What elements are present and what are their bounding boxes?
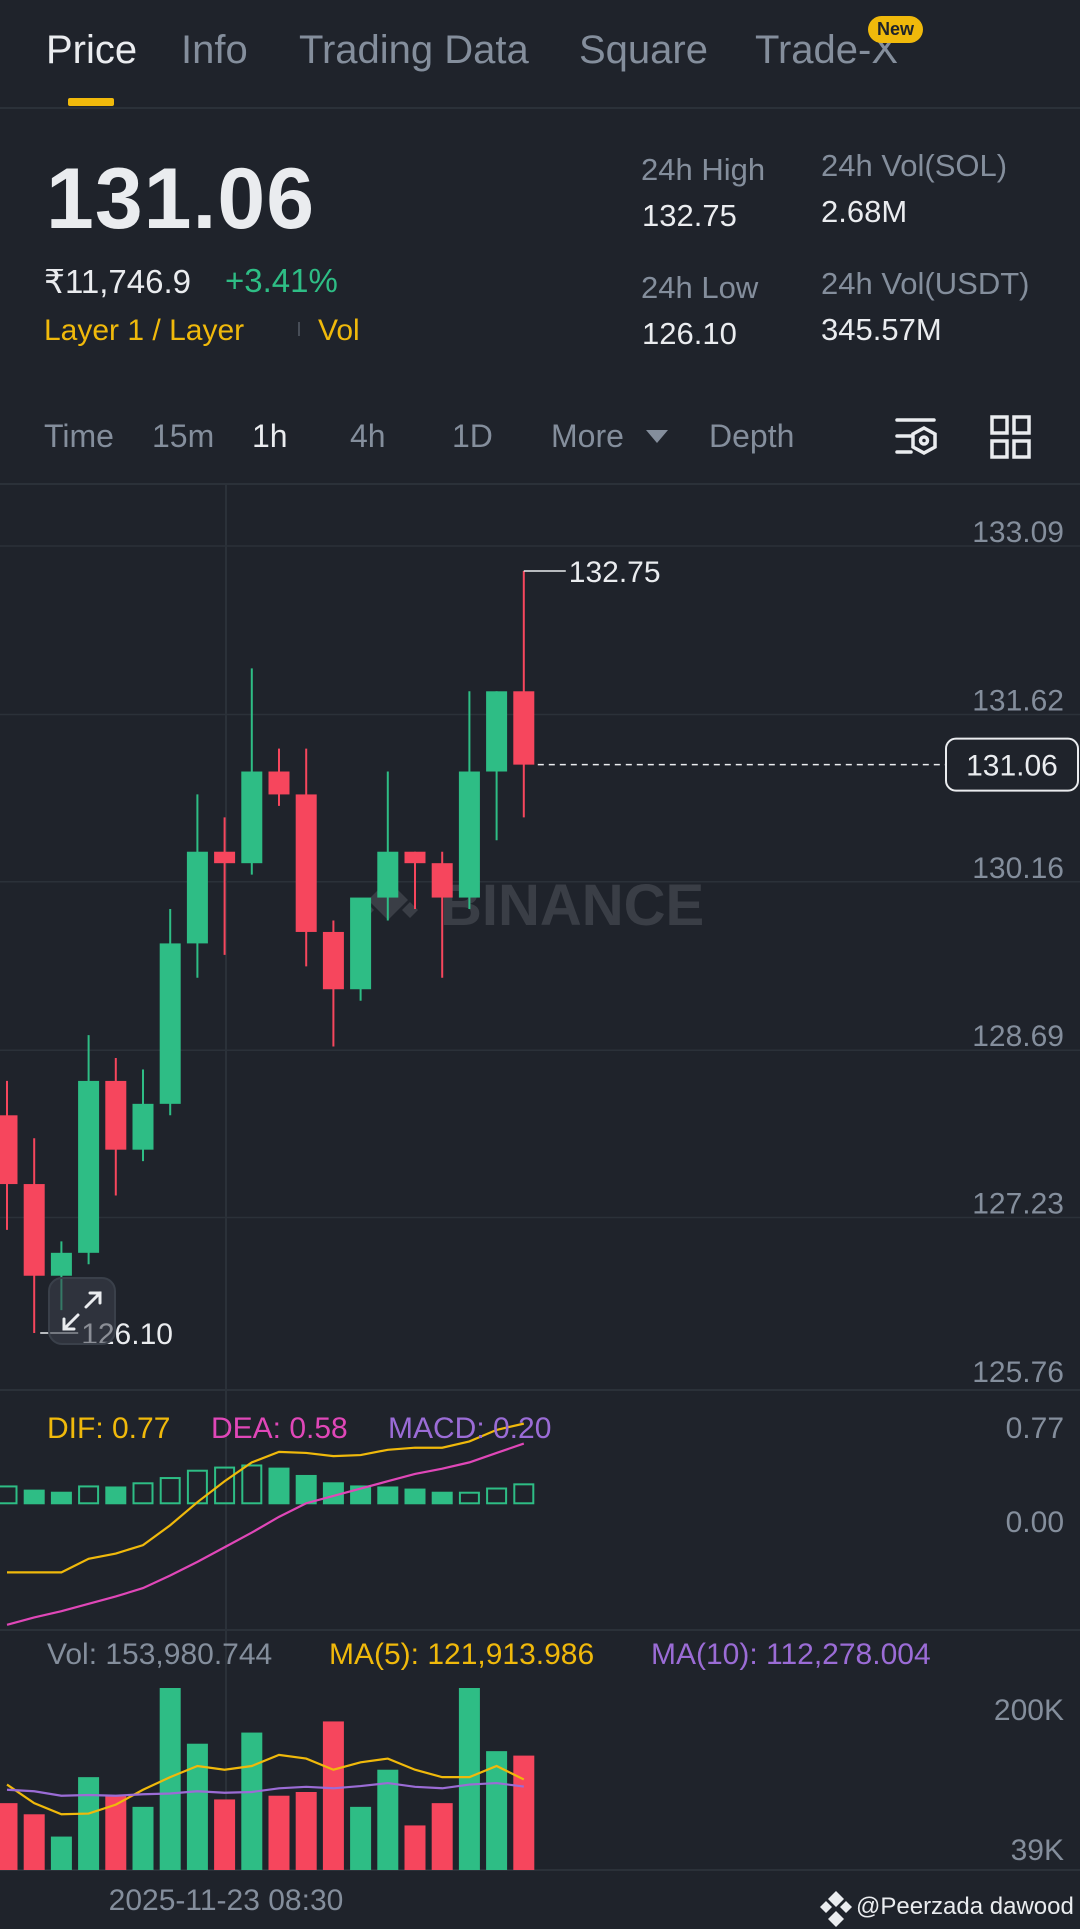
volume-bar xyxy=(322,1721,344,1870)
macd-axis-tick: 0.00 xyxy=(1006,1506,1064,1539)
candle-body xyxy=(295,794,317,932)
macd-bar xyxy=(431,1491,453,1505)
macd-bar xyxy=(23,1489,45,1505)
candle-body xyxy=(350,897,372,990)
macd-bar xyxy=(377,1486,399,1505)
high-marker-label: 132.75 xyxy=(569,556,661,589)
volume-bar xyxy=(214,1799,236,1870)
candle-body xyxy=(322,931,344,990)
volume-axis-tick: 39K xyxy=(1011,1834,1064,1867)
volume-bar xyxy=(513,1755,535,1870)
volume-bar xyxy=(404,1825,426,1870)
volume-ma5-label: MA(5): 121,913.986 xyxy=(329,1638,594,1671)
macd-bar xyxy=(105,1486,127,1505)
candle-body xyxy=(268,771,290,795)
price-axis-tick: 133.09 xyxy=(972,516,1064,549)
candle-body xyxy=(186,851,208,944)
candle-body xyxy=(513,691,535,765)
macd-bar xyxy=(78,1485,100,1505)
macd-bar xyxy=(159,1477,181,1505)
candle-body xyxy=(105,1080,127,1150)
macd-dif-label: DIF: 0.77 xyxy=(47,1412,170,1445)
candle-body xyxy=(132,1103,154,1150)
price-axis-tick: 130.16 xyxy=(972,852,1064,885)
candle-body xyxy=(431,863,453,898)
volume-bar xyxy=(23,1814,45,1870)
volume-bar xyxy=(350,1806,372,1870)
macd-dea-line xyxy=(6,1442,525,1626)
volume-bar xyxy=(50,1836,72,1870)
volume-bar xyxy=(241,1732,263,1870)
macd-axis-tick: 0.77 xyxy=(1006,1412,1064,1445)
macd-bar xyxy=(486,1487,508,1505)
candle-body xyxy=(50,1252,72,1276)
volume-bar xyxy=(186,1743,208,1870)
expand-chart-button[interactable] xyxy=(48,1277,116,1345)
price-axis-tick: 131.62 xyxy=(972,684,1064,717)
volume-bar xyxy=(458,1688,480,1870)
expand-icon xyxy=(62,1291,102,1331)
current-price-label: 131.06 xyxy=(966,750,1058,783)
volume-ma10-label: MA(10): 112,278.004 xyxy=(651,1638,931,1671)
candle-body xyxy=(241,771,263,864)
price-axis-tick: 125.76 xyxy=(972,1356,1064,1389)
candle-body xyxy=(486,691,508,772)
volume-bar xyxy=(159,1688,181,1870)
macd-bar xyxy=(50,1491,72,1505)
volume-bar xyxy=(132,1806,154,1870)
candle-body xyxy=(214,851,236,864)
macd-value-label: MACD: 0.20 xyxy=(388,1412,551,1445)
candlestick-chart[interactable]: BINANCE 131.06 132.75 126.10 133.09 131.… xyxy=(0,0,1080,1929)
time-axis-label: 2025-11-23 08:30 xyxy=(109,1884,344,1917)
candle-body xyxy=(458,771,480,898)
macd-bar xyxy=(241,1464,263,1505)
candle-body xyxy=(23,1184,45,1276)
volume-axis-tick: 200K xyxy=(994,1694,1064,1727)
macd-dea-label: DEA: 0.58 xyxy=(211,1412,348,1445)
candle-body xyxy=(78,1080,100,1253)
volume-label: Vol: 153,980.744 xyxy=(47,1638,272,1671)
volume-bar xyxy=(78,1777,100,1870)
candle-body xyxy=(0,1115,18,1185)
macd-bar xyxy=(513,1483,535,1505)
volume-bar xyxy=(431,1803,453,1870)
credit-text: @Peerzada dawood xyxy=(856,1893,1074,1920)
candle-body xyxy=(159,943,181,1104)
volume-bar xyxy=(295,1792,317,1870)
candle-body xyxy=(404,851,426,864)
macd-bar xyxy=(268,1467,290,1505)
volume-bar xyxy=(0,1803,18,1870)
macd-bar xyxy=(458,1491,480,1505)
credit-logo-icon xyxy=(820,1891,852,1927)
price-axis-tick: 128.69 xyxy=(972,1020,1064,1053)
price-axis-tick: 127.23 xyxy=(972,1188,1064,1221)
macd-bar xyxy=(295,1474,317,1505)
macd-bar xyxy=(0,1485,18,1505)
macd-bar xyxy=(404,1488,426,1505)
macd-bar xyxy=(132,1482,154,1505)
volume-bar xyxy=(268,1795,290,1870)
candle-body xyxy=(377,851,399,898)
